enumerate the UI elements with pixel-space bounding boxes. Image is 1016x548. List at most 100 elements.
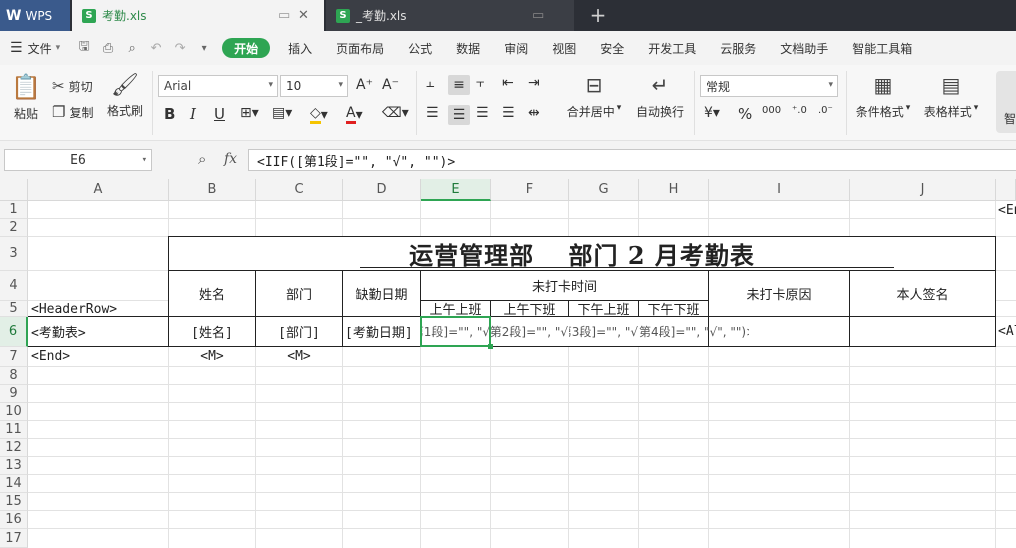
print-icon[interactable]: ⎙ — [96, 36, 120, 60]
fill-handle[interactable] — [488, 344, 493, 349]
cell-h6[interactable]: 第4段]="", "√", "")> — [639, 317, 749, 346]
row-header-15[interactable]: 15 — [0, 493, 28, 511]
cell-a6[interactable]: <考勤表> — [31, 317, 167, 346]
merge-center-button[interactable]: ⊟ 合并居中 ▾ — [564, 73, 624, 120]
smart-toolbox-button[interactable]: 智能 — [996, 71, 1016, 133]
customize-toolbar-icon[interactable]: ▾ — [192, 36, 216, 60]
menu-tab-home[interactable]: 开始 — [222, 38, 271, 58]
header-absent-date[interactable]: 缺勤日期 — [343, 271, 420, 316]
column-header-d[interactable]: D — [343, 179, 421, 201]
table-style-button[interactable]: ▤ 表格样式 ▾ — [920, 73, 982, 120]
cell-b6[interactable]: [姓名] — [169, 317, 255, 346]
number-format-select[interactable]: 常规 ▾ — [700, 75, 838, 97]
column-header-e[interactable]: E — [421, 179, 491, 201]
menu-tab-page-layout[interactable]: 页面布局 — [324, 31, 396, 65]
row-header-12[interactable]: 12 — [0, 439, 28, 457]
column-header-h[interactable]: H — [639, 179, 709, 201]
cell-a7[interactable]: <End> — [31, 347, 167, 366]
column-header-g[interactable]: G — [569, 179, 639, 201]
menu-tab-cloud[interactable]: 云服务 — [708, 31, 768, 65]
align-center-button[interactable]: ☰ — [448, 105, 470, 125]
wps-home-tab[interactable]: W WPS — [0, 0, 70, 31]
align-middle-button[interactable]: ≡ — [448, 75, 470, 95]
row-header-4[interactable]: 4 — [0, 271, 28, 301]
row-header-3[interactable]: 3 — [0, 237, 28, 271]
indent-button[interactable]: ⇥ — [528, 75, 540, 91]
row-header-17[interactable]: 17 — [0, 529, 28, 548]
decrease-decimal-button[interactable]: .0⁻ — [818, 105, 833, 116]
font-size-select[interactable]: 10 ▾ — [280, 75, 348, 97]
zoom-formula-icon[interactable]: ⌕ — [198, 150, 206, 168]
row-header-2[interactable]: 2 — [0, 219, 28, 237]
undo-icon[interactable]: ↶ — [144, 36, 168, 60]
format-painter-button[interactable]: 🖌 格式刷 — [104, 73, 146, 119]
row-header-8[interactable]: 8 — [0, 367, 28, 385]
monitor-icon[interactable]: ▭ — [278, 8, 290, 23]
menu-tab-doc-assistant[interactable]: 文档助手 — [768, 31, 840, 65]
outdent-button[interactable]: ⇤ — [502, 75, 514, 91]
header-pm-in[interactable]: 下午上班 — [569, 301, 638, 316]
increase-decimal-button[interactable]: ⁺.0 — [792, 105, 807, 116]
cell-f6[interactable]: 第2段]="", "√ — [491, 317, 568, 346]
row-header-13[interactable]: 13 — [0, 457, 28, 475]
justify-button[interactable]: ☰ — [502, 105, 515, 121]
column-header-k[interactable] — [996, 179, 1016, 201]
cell-c6[interactable]: [部门] — [256, 317, 342, 346]
fill-color-button[interactable]: ◇ ▾ — [310, 105, 328, 124]
header-signature[interactable]: 本人签名 — [850, 271, 995, 316]
align-left-button[interactable]: ☰ — [426, 105, 439, 121]
row-header-1[interactable]: 1 — [0, 201, 28, 219]
cell-c7[interactable]: <M> — [256, 347, 342, 366]
menu-tab-view[interactable]: 视图 — [540, 31, 588, 65]
percent-button[interactable]: % — [738, 105, 752, 123]
menu-tab-data[interactable]: 数据 — [444, 31, 492, 65]
menu-tab-insert[interactable]: 插入 — [276, 31, 324, 65]
menu-tab-security[interactable]: 安全 — [588, 31, 636, 65]
menu-tab-review[interactable]: 审阅 — [492, 31, 540, 65]
header-am-in[interactable]: 上午上班 — [421, 301, 490, 316]
cell-style-button[interactable]: ▤▾ — [272, 105, 292, 121]
italic-button[interactable]: I — [190, 105, 196, 123]
save-icon[interactable]: 🖫 — [72, 36, 96, 60]
file-menu[interactable]: ☰ 文件 ▾ — [0, 31, 72, 65]
font-color-button[interactable]: A ▾ — [346, 105, 363, 124]
column-header-a[interactable]: A — [28, 179, 169, 201]
column-header-b[interactable]: B — [169, 179, 256, 201]
doc-tab-active[interactable]: S 考勤.xls ▭ ✕ — [72, 0, 324, 31]
new-tab-button[interactable]: + — [586, 3, 610, 27]
header-am-out[interactable]: 上午下班 — [491, 301, 568, 316]
column-header-i[interactable]: I — [709, 179, 850, 201]
row-header-14[interactable]: 14 — [0, 475, 28, 493]
row-header-7[interactable]: 7 — [0, 347, 28, 367]
cut-button[interactable]: ✂ 剪切 — [52, 77, 93, 95]
menu-tab-smart-toolbox[interactable]: 智能工具箱 — [840, 31, 924, 65]
column-header-j[interactable]: J — [850, 179, 996, 201]
borders-button[interactable]: ⊞▾ — [240, 105, 259, 121]
cell-a5[interactable]: <HeaderRow> — [31, 301, 167, 317]
close-tab-icon[interactable]: ✕ — [298, 8, 309, 23]
align-right-button[interactable]: ☰ — [476, 105, 489, 121]
doc-tab-inactive[interactable]: S _考勤.xls ▭ — [326, 0, 574, 31]
paste-button[interactable]: 📋 粘贴 — [6, 73, 46, 122]
distributed-button[interactable]: ⇹ — [528, 105, 540, 121]
cell-k1[interactable]: <En — [998, 201, 1016, 219]
cell-g6[interactable]: 第3段]="", "√ — [569, 317, 638, 346]
spreadsheet-grid[interactable]: A B C D E F G H I J 1 2 3 4 5 6 7 8 9 10… — [0, 179, 1016, 548]
font-name-select[interactable]: Arial ▾ — [158, 75, 278, 97]
menu-tab-formula[interactable]: 公式 — [396, 31, 444, 65]
row-header-9[interactable]: 9 — [0, 385, 28, 403]
currency-button[interactable]: ¥ ▾ — [704, 105, 720, 121]
monitor-icon[interactable]: ▭ — [532, 8, 544, 23]
header-name[interactable]: 姓名 — [169, 271, 255, 316]
header-dept[interactable]: 部门 — [256, 271, 342, 316]
name-box[interactable]: E6 ▾ — [4, 149, 152, 171]
row-header-16[interactable]: 16 — [0, 511, 28, 529]
thousands-button[interactable]: 000 — [762, 105, 781, 116]
sheet-title-cell[interactable]: 运营管理部 部门 2 月考勤表 — [169, 237, 995, 270]
cell-k6[interactable]: <Al — [998, 317, 1016, 346]
column-header-f[interactable]: F — [491, 179, 569, 201]
header-pm-out[interactable]: 下午下班 — [639, 301, 708, 316]
row-header-5[interactable]: 5 — [0, 301, 28, 317]
row-header-6[interactable]: 6 — [0, 317, 28, 347]
print-preview-icon[interactable]: ⌕ — [120, 36, 144, 60]
